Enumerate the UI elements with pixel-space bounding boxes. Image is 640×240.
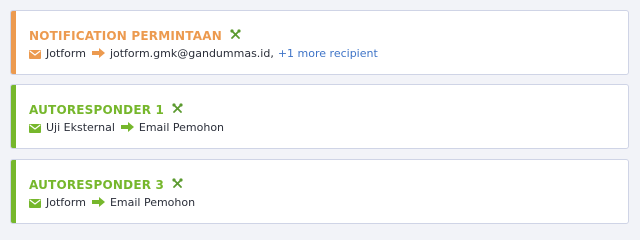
- email-card-autoresponder-3[interactable]: AUTORESPONDER 3 Jotform Email Pemohon: [10, 159, 629, 224]
- arrow-right-icon: [91, 197, 105, 207]
- tools-icon[interactable]: [230, 25, 241, 39]
- email-title-row: AUTORESPONDER 3: [29, 174, 183, 192]
- tools-icon[interactable]: [172, 99, 183, 113]
- email-title: AUTORESPONDER 1: [29, 103, 165, 117]
- email-from: Jotform: [46, 46, 86, 60]
- mail-icon: [29, 123, 41, 133]
- email-to: Email Pemohon: [138, 120, 225, 134]
- arrow-right-icon: [120, 122, 134, 132]
- email-list: NOTIFICATION PERMINTAAN Jotform jotform.…: [0, 0, 640, 240]
- email-to: jotform.gmk@gandummas.id,: [109, 46, 274, 60]
- email-title-row: AUTORESPONDER 1: [29, 99, 183, 117]
- email-from: Uji Eksternal: [46, 120, 115, 134]
- accent-bar: [11, 160, 16, 223]
- email-route: Uji Eksternal Email Pemohon: [29, 119, 224, 135]
- email-title: NOTIFICATION PERMINTAAN: [29, 29, 222, 43]
- mail-icon: [29, 198, 41, 208]
- accent-bar: [11, 11, 16, 74]
- email-title: AUTORESPONDER 3: [29, 178, 165, 192]
- email-to: Email Pemohon: [109, 195, 196, 209]
- email-route: Jotform jotform.gmk@gandummas.id, +1 mor…: [29, 45, 378, 61]
- accent-bar: [11, 85, 16, 148]
- tools-icon[interactable]: [172, 174, 183, 188]
- more-recipients-link[interactable]: +1 more recipient: [278, 47, 378, 60]
- mail-icon: [29, 49, 41, 59]
- email-route: Jotform Email Pemohon: [29, 194, 195, 210]
- arrow-right-icon: [91, 48, 105, 58]
- email-card-autoresponder-1[interactable]: AUTORESPONDER 1 Uji Eksternal Email Pemo…: [10, 84, 629, 149]
- email-card-notification[interactable]: NOTIFICATION PERMINTAAN Jotform jotform.…: [10, 10, 629, 75]
- email-from: Jotform: [46, 195, 86, 209]
- email-title-row: NOTIFICATION PERMINTAAN: [29, 25, 241, 43]
